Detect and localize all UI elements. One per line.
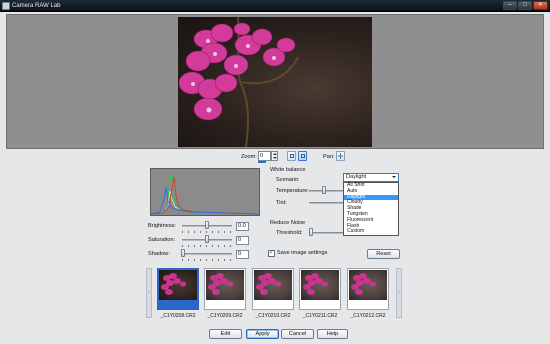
thumbnail-filename: _C1Y0210.CR2 (255, 313, 291, 319)
thumbnail-filename: _C1Y0209.CR2 (207, 313, 243, 319)
filmstrip-thumbnail[interactable] (299, 268, 341, 310)
image-preview[interactable] (6, 14, 544, 149)
spin-down-icon[interactable] (273, 157, 277, 159)
spin-up-icon[interactable] (273, 153, 277, 155)
scenario-select[interactable]: Daylight (343, 173, 399, 182)
temperature-slider[interactable] (309, 190, 343, 192)
thumbnail-image (159, 270, 197, 300)
scenario-option[interactable]: Custom (344, 229, 398, 235)
brightness-label: Brightness: (148, 223, 176, 229)
reset-button[interactable]: Reset (367, 249, 400, 259)
zoom-spinner[interactable] (271, 151, 278, 161)
thumbnail-image (349, 270, 387, 300)
temperature-label: Temperature: (276, 188, 309, 194)
histogram-graph (150, 172, 260, 215)
close-button[interactable]: ✕ (533, 1, 548, 10)
title-bar (0, 0, 550, 12)
brightness-input[interactable]: 0.0 (236, 222, 249, 231)
tint-slider[interactable] (309, 202, 343, 204)
zoom-label: Zoom: (241, 154, 257, 160)
filmstrip-thumbnail[interactable] (204, 268, 246, 310)
edit-button[interactable]: Edit (209, 329, 242, 339)
scenario-label: Scenario: (276, 177, 300, 183)
saturation-label: Saturation: (148, 237, 176, 243)
actual-size-icon (301, 154, 305, 158)
shadow-slider[interactable] (182, 253, 232, 255)
help-button[interactable]: Help (317, 329, 348, 339)
scenario-dropdown-list[interactable]: As Shot Auto Daylight Cloudy Shade Tungsten Fl… (343, 182, 399, 237)
brightness-ticks (182, 231, 232, 233)
thumbnail-filename: _C1Y0208.CR2 (160, 313, 196, 319)
shadow-input[interactable]: 0 (236, 250, 249, 259)
reduce-noise-heading: Reduce Noise (270, 220, 306, 226)
window-title: Camera RAW Lab (12, 3, 61, 9)
cancel-button[interactable]: Cancel (281, 329, 314, 339)
pan-button[interactable] (336, 151, 345, 161)
tint-label: Tint: (276, 200, 287, 206)
shadow-thumb[interactable] (181, 249, 185, 257)
fit-icon (290, 154, 294, 158)
saturation-ticks (182, 245, 232, 247)
zoom-fit-button[interactable] (287, 151, 296, 161)
chevron-down-icon[interactable] (392, 176, 396, 178)
temperature-thumb[interactable] (322, 186, 326, 194)
thumbnail-image (206, 270, 244, 300)
filmstrip-thumbnail[interactable] (252, 268, 294, 310)
apply-button[interactable]: Apply (246, 329, 279, 339)
saturation-thumb[interactable] (205, 235, 209, 243)
pan-icon (337, 153, 344, 159)
filmstrip-thumbnail[interactable] (347, 268, 389, 310)
save-settings-label[interactable]: Save image settings (277, 249, 327, 258)
app-icon (2, 2, 10, 10)
histogram-blue (150, 186, 260, 215)
shadow-label: Shadow: (148, 251, 170, 257)
zoom-indicator (258, 161, 266, 163)
thumbnail-image (254, 270, 292, 300)
zoom-actual-size-button[interactable] (298, 151, 307, 161)
save-settings-checkbox[interactable]: ✓ (268, 250, 275, 257)
orchid-photo (178, 17, 372, 147)
white-balance-heading: White balance (270, 167, 306, 173)
filmstrip-prev-button[interactable]: ‹ (146, 268, 152, 318)
thumbnail-filename: _C1Y0212.CR2 (350, 313, 386, 319)
filmstrip-next-button[interactable]: › (396, 268, 402, 318)
brightness-thumb[interactable] (205, 221, 209, 229)
maximize-button[interactable]: □ (518, 1, 532, 10)
saturation-input[interactable]: 0 (236, 236, 249, 245)
threshold-thumb[interactable] (309, 228, 313, 236)
thumbnail-filename: _C1Y0211.CR2 (302, 313, 338, 319)
shadow-ticks (182, 259, 232, 261)
minimize-button[interactable]: – (503, 1, 517, 10)
pan-label: Pan: (323, 154, 335, 160)
thumbnail-image (301, 270, 339, 300)
filmstrip-thumbnail[interactable] (157, 268, 199, 310)
histogram (150, 168, 260, 216)
zoom-input[interactable]: 0 (258, 151, 271, 161)
orchid-illustration (178, 17, 299, 147)
threshold-label: Threshold: (276, 230, 303, 236)
